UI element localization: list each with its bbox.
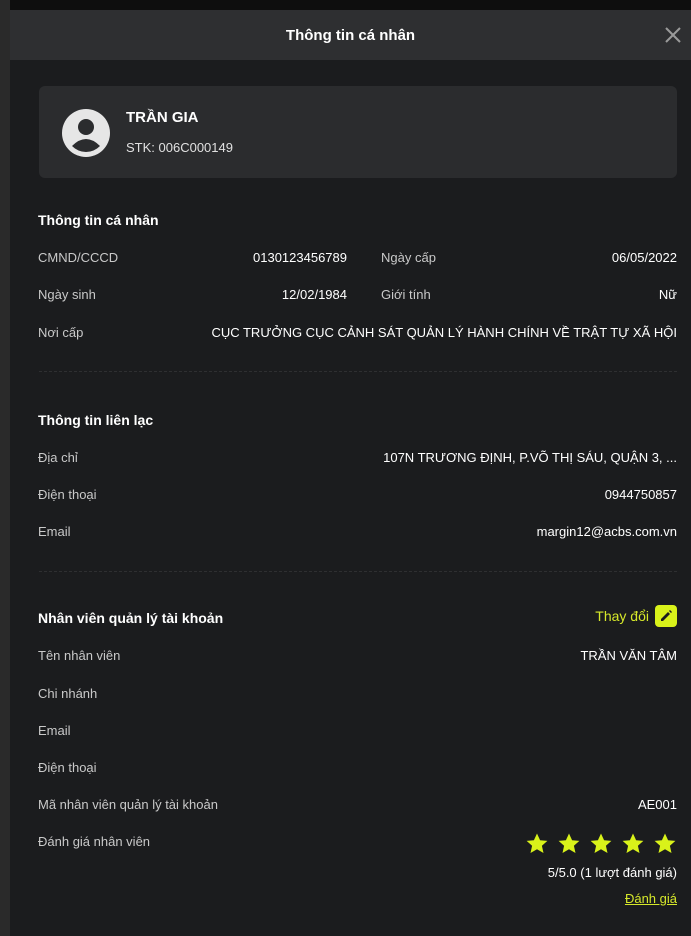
modal-header: Thông tin cá nhân xyxy=(10,10,691,60)
modal-title: Thông tin cá nhân xyxy=(285,26,416,44)
contact-info-title: Thông tin liên lạc xyxy=(38,412,154,428)
section-divider xyxy=(39,371,677,372)
dob-label: Ngày sinh xyxy=(38,287,96,302)
profile-name: TRẦN GIA xyxy=(126,109,199,126)
gender-value: Nữ xyxy=(658,287,677,302)
star-icon[interactable] xyxy=(621,832,645,856)
manager-email-label: Email xyxy=(38,723,71,738)
change-manager-label: Thay đổi xyxy=(595,608,649,624)
close-icon[interactable] xyxy=(661,23,685,47)
address-value: 107N TRƯƠNG ĐỊNH, P.VÕ THỊ SÁU, QUẬN 3, … xyxy=(383,450,677,465)
manager-name-label: Tên nhân viên xyxy=(38,648,121,663)
star-icon[interactable] xyxy=(557,832,581,856)
rate-link[interactable]: Đánh giá xyxy=(625,891,677,906)
user-avatar-icon xyxy=(62,109,110,157)
manager-phone-label: Điện thoại xyxy=(38,760,97,775)
rating-label: Đánh giá nhân viên xyxy=(38,834,151,849)
rating-stars xyxy=(525,832,677,856)
id-value: 0130123456789 xyxy=(253,250,347,265)
manager-name-value: TRẦN VĂN TÂM xyxy=(580,648,677,663)
personal-info-modal: Thông tin cá nhân TRẦN GIA STK: 006C0001… xyxy=(10,10,691,936)
branch-label: Chi nhánh xyxy=(38,686,98,701)
section-divider xyxy=(39,571,677,572)
account-number: STK: 006C000149 xyxy=(126,140,233,155)
id-label: CMND/CCCD xyxy=(38,250,119,265)
issue-date-label: Ngày cấp xyxy=(381,250,436,265)
star-icon[interactable] xyxy=(589,832,613,856)
address-label: Địa chỉ xyxy=(38,450,78,465)
dob-value: 12/02/1984 xyxy=(281,287,347,302)
edit-icon xyxy=(655,605,677,627)
personal-info-title: Thông tin cá nhân xyxy=(38,212,159,228)
issue-place-label: Nơi cấp xyxy=(38,325,84,340)
phone-label: Điện thoại xyxy=(38,487,97,502)
account-manager-title: Nhân viên quản lý tài khoản xyxy=(38,610,224,626)
issue-date-value: 06/05/2022 xyxy=(611,250,677,265)
background-left-strip xyxy=(0,0,10,936)
phone-value: 0944750857 xyxy=(604,487,677,502)
manager-code-value: AE001 xyxy=(637,797,677,812)
issue-place-value: CỤC TRƯỞNG CỤC CẢNH SÁT QUẢN LÝ HÀNH CHÍ… xyxy=(211,325,677,340)
star-icon[interactable] xyxy=(653,832,677,856)
profile-card: TRẦN GIA STK: 006C000149 xyxy=(39,86,677,178)
manager-code-label: Mã nhân viên quản lý tài khoản xyxy=(38,797,218,812)
background-top-strip xyxy=(0,0,691,10)
email-value: margin12@acbs.com.vn xyxy=(536,524,677,539)
gender-label: Giới tính xyxy=(381,287,431,302)
star-icon[interactable] xyxy=(525,832,549,856)
change-manager-button[interactable]: Thay đổi xyxy=(595,605,677,627)
email-label: Email xyxy=(38,524,71,539)
rating-summary: 5/5.0 (1 lượt đánh giá) xyxy=(547,865,677,880)
